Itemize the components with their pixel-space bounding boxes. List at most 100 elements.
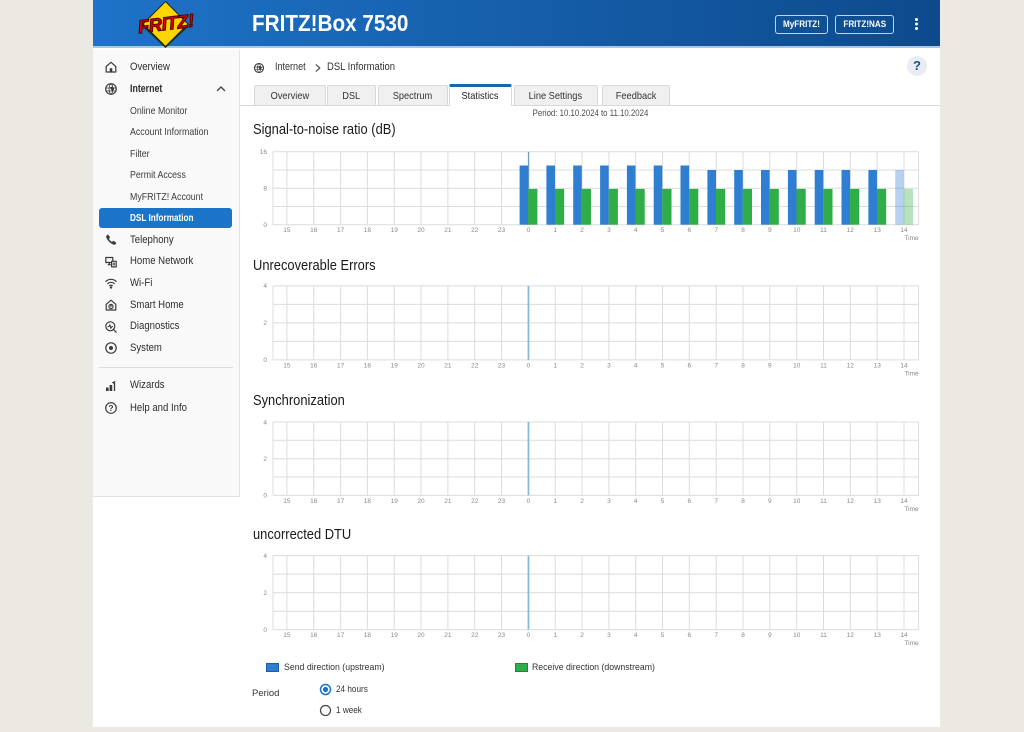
svg-text:20: 20 [417,632,425,639]
svg-text:6: 6 [687,362,691,369]
svg-text:8: 8 [741,362,745,369]
svg-text:18: 18 [364,632,372,639]
svg-text:2: 2 [580,498,584,505]
svg-text:11: 11 [820,632,827,639]
svg-text:0: 0 [527,362,531,369]
svg-text:8: 8 [263,186,267,193]
svg-text:18: 18 [364,227,372,234]
svg-text:9: 9 [768,498,772,505]
svg-text:19: 19 [391,632,399,639]
svg-text:18: 18 [364,498,372,505]
svg-text:18: 18 [364,362,372,369]
svg-text:12: 12 [847,227,855,234]
svg-text:19: 19 [391,362,399,369]
svg-text:8: 8 [741,632,745,639]
svg-text:0: 0 [263,357,267,364]
svg-text:17: 17 [337,632,345,639]
svg-text:10: 10 [793,227,801,234]
svg-text:23: 23 [498,632,506,639]
svg-text:16: 16 [260,149,268,156]
svg-text:20: 20 [417,227,425,234]
svg-text:1: 1 [553,632,557,639]
svg-text:17: 17 [337,498,345,505]
svg-text:0: 0 [527,498,531,505]
svg-text:0: 0 [263,222,267,229]
svg-text:5: 5 [661,227,665,234]
svg-text:5: 5 [661,362,665,369]
svg-text:15: 15 [283,362,291,369]
svg-text:3: 3 [607,498,611,505]
svg-text:Time: Time [904,370,919,377]
svg-text:21: 21 [444,632,452,639]
svg-text:10: 10 [793,632,801,639]
svg-text:Time: Time [904,640,919,647]
svg-text:6: 6 [687,498,691,505]
svg-text:15: 15 [283,632,291,639]
svg-text:4: 4 [263,553,267,560]
svg-text:19: 19 [391,498,399,505]
svg-text:0: 0 [263,627,267,634]
svg-text:7: 7 [714,498,718,505]
svg-text:13: 13 [874,498,882,505]
svg-text:2: 2 [580,227,584,234]
svg-text:22: 22 [471,227,479,234]
svg-text:11: 11 [820,362,827,369]
svg-text:12: 12 [847,632,855,639]
svg-text:17: 17 [337,227,345,234]
svg-text:FRITZ!: FRITZ! [137,10,195,38]
svg-text:15: 15 [283,227,291,234]
svg-text:12: 12 [847,362,855,369]
svg-text:23: 23 [498,227,506,234]
svg-text:5: 5 [661,498,665,505]
svg-text:16: 16 [310,227,318,234]
svg-text:10: 10 [793,362,801,369]
svg-text:9: 9 [768,632,772,639]
svg-text:2: 2 [580,632,584,639]
svg-text:22: 22 [471,362,479,369]
svg-text:17: 17 [337,362,345,369]
svg-text:4: 4 [634,362,638,369]
svg-text:4: 4 [634,227,638,234]
svg-text:22: 22 [471,632,479,639]
svg-text:1: 1 [553,362,557,369]
svg-text:2: 2 [580,362,584,369]
svg-text:8: 8 [741,498,745,505]
svg-text:16: 16 [310,362,318,369]
svg-text:0: 0 [263,493,267,500]
svg-text:3: 3 [607,227,611,234]
svg-text:13: 13 [874,362,882,369]
svg-text:1: 1 [553,227,557,234]
svg-text:6: 6 [687,632,691,639]
svg-text:20: 20 [417,362,425,369]
svg-text:11: 11 [820,227,827,234]
svg-text:14: 14 [900,362,908,369]
svg-text:14: 14 [900,227,908,234]
svg-text:3: 3 [607,362,611,369]
svg-text:3: 3 [607,632,611,639]
svg-text:10: 10 [793,498,801,505]
svg-text:15: 15 [283,498,291,505]
svg-text:4: 4 [263,283,267,290]
svg-text:16: 16 [310,498,318,505]
svg-text:23: 23 [498,498,506,505]
svg-text:20: 20 [417,498,425,505]
svg-text:21: 21 [444,498,452,505]
svg-text:9: 9 [768,227,772,234]
svg-text:Time: Time [904,235,919,242]
svg-text:19: 19 [391,227,399,234]
svg-text:7: 7 [714,362,718,369]
svg-text:23: 23 [498,362,506,369]
svg-text:6: 6 [687,227,691,234]
svg-text:0: 0 [527,632,531,639]
svg-text:9: 9 [768,362,772,369]
svg-text:13: 13 [874,632,882,639]
svg-text:14: 14 [900,498,908,505]
svg-text:13: 13 [874,227,882,234]
svg-text:4: 4 [263,419,267,426]
svg-text:16: 16 [310,632,318,639]
svg-text:2: 2 [263,320,267,327]
svg-text:4: 4 [634,632,638,639]
svg-text:1: 1 [553,498,557,505]
svg-text:2: 2 [263,590,267,597]
svg-text:21: 21 [444,227,452,234]
